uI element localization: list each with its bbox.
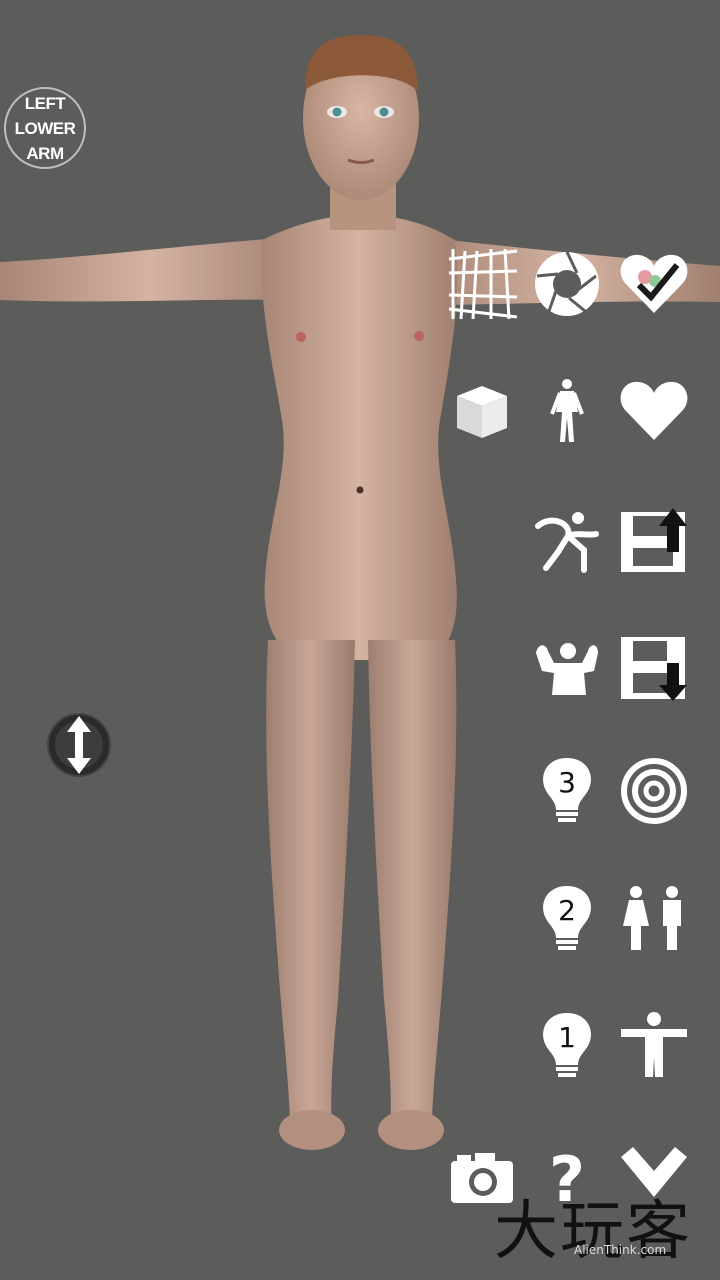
aperture-button[interactable] [531,248,603,320]
light-1-button[interactable]: 1 [531,1010,603,1082]
watermark-url: AlienThink.com [574,1243,667,1257]
muscle-flex-icon [536,643,598,695]
body-part-label-line3: ARM [26,143,64,163]
light-bulb-3-number: 3 [558,766,576,799]
light-3-button[interactable]: 3 [531,755,603,827]
dance-pose-icon [535,512,599,573]
light-bulb-2-number: 2 [558,894,576,927]
pose-button[interactable] [531,505,603,577]
t-pose-icon [621,1012,687,1077]
muscle-button[interactable] [531,632,603,704]
body-part-label[interactable]: LEFT LOWER ARM [4,87,86,169]
aperture-icon [535,251,599,316]
watermark-logo: 大玩客 [494,1195,692,1269]
gender-button[interactable] [618,883,690,955]
move-vertical-icon[interactable] [46,712,112,778]
light-bulb-1-icon: 1 [543,1013,591,1077]
grid-perspective-button[interactable] [446,248,518,320]
grid-perspective-icon [448,248,518,320]
save-download-button[interactable] [618,632,690,704]
favorite-check-button[interactable] [618,248,690,320]
save-upload-button[interactable] [618,505,690,577]
save-download-icon [621,637,687,701]
save-upload-icon [621,508,687,572]
cube-icon [457,386,507,438]
light-2-button[interactable]: 2 [531,883,603,955]
anatomy-figure-icon [550,379,584,442]
male-female-icon [623,886,681,950]
human-model[interactable] [0,0,720,1280]
heart-icon [620,381,688,440]
body-part-label-line1: LEFT [24,93,66,113]
anatomy-button[interactable] [531,375,603,447]
light-bulb-3-icon: 3 [543,758,591,822]
favorite-button[interactable] [618,375,690,447]
cube-button[interactable] [446,375,518,447]
t-pose-button[interactable] [618,1010,690,1082]
light-bulb-2-icon: 2 [543,886,591,950]
target-button[interactable] [618,755,690,827]
light-bulb-1-number: 1 [558,1021,576,1054]
body-part-label-line2: LOWER [14,118,76,138]
heart-checkmark-icon [620,254,688,313]
target-icon [621,758,687,824]
